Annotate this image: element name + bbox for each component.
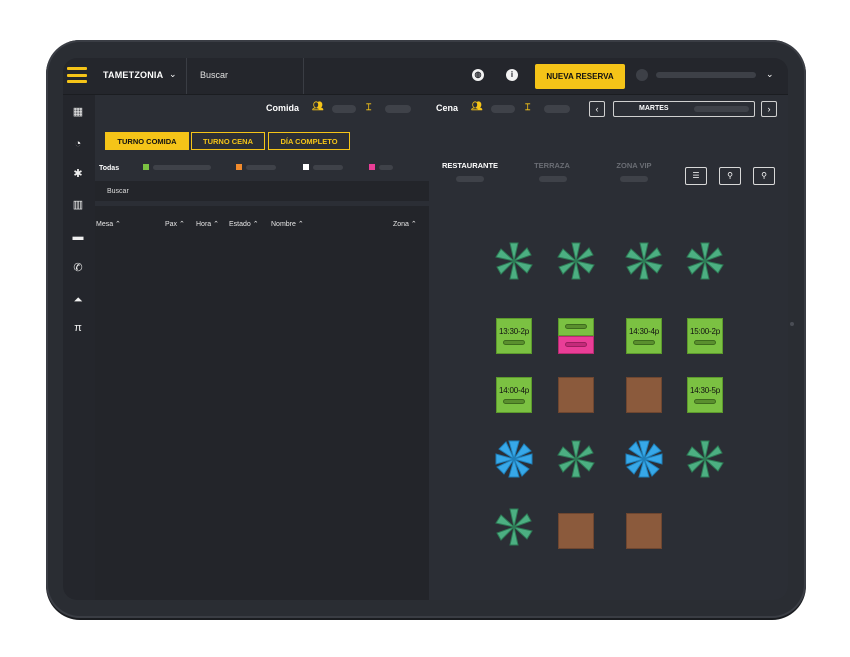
tab-terraza[interactable]: TERRAZA [521, 161, 583, 170]
next-day-button[interactable]: › [761, 101, 777, 117]
table-9[interactable] [558, 513, 594, 549]
dish-icon[interactable]: ⏶ [71, 293, 85, 307]
brand-name[interactable]: TAMETZONIA [103, 70, 163, 80]
plant-icon [686, 440, 724, 478]
legend-label [153, 165, 211, 170]
plant-icon [495, 242, 533, 280]
info-icon[interactable]: i [506, 69, 518, 81]
menu-icon[interactable] [67, 67, 87, 83]
legend-label [313, 165, 343, 170]
table-3[interactable]: 14:30-4p [626, 318, 662, 354]
table-5[interactable]: 14:00-4p [496, 377, 532, 413]
truck-icon[interactable]: ▬ [71, 230, 85, 244]
user-name-placeholder[interactable] [656, 72, 756, 78]
cena-label: Cena [436, 103, 459, 113]
day-selector[interactable]: MARTES [613, 101, 755, 117]
legend-pink[interactable] [369, 164, 375, 170]
column-estado[interactable]: Estado ⌃ [229, 220, 259, 228]
tab-restaurante[interactable]: RESTAURANTE [437, 161, 503, 170]
sidebar: ▦ ◔ ✱ ▥ ▬ ✆ ⏶ π [63, 95, 95, 600]
search-input[interactable]: Buscar [200, 70, 228, 80]
plant-icon [495, 508, 533, 546]
table-8[interactable]: 14:30-5p [687, 377, 723, 413]
table-icon: ⌶ [366, 102, 372, 112]
avatar[interactable] [636, 69, 648, 81]
divider [186, 58, 187, 94]
gear-icon[interactable]: ✱ [71, 167, 85, 181]
umbrella-icon [625, 440, 663, 478]
plant-icon [557, 242, 595, 280]
legend-white[interactable] [303, 164, 309, 170]
table-4[interactable]: 15:00-2p [687, 318, 723, 354]
people-icon: 👥︎ [312, 101, 324, 111]
app-screen: TAMETZONIA ⌄ Buscar ◍ i NUEVA RESERVA ⌄ … [63, 58, 788, 600]
zoom-out-icon[interactable]: ⚲ [753, 167, 775, 185]
camera-dot [790, 322, 794, 326]
new-reservation-button[interactable]: NUEVA RESERVA [535, 64, 625, 89]
legend-label [246, 165, 276, 170]
list-icon[interactable]: ☰ [685, 167, 707, 185]
column-mesa[interactable]: Mesa ⌃ [96, 220, 121, 228]
column-nombre[interactable]: Nombre ⌃ [271, 220, 304, 228]
list-search[interactable]: Buscar [95, 181, 429, 201]
globe-icon[interactable]: ◍ [472, 69, 484, 81]
stats-icon[interactable]: ▥ [71, 198, 85, 212]
comida-label: Comida [266, 103, 300, 113]
list-search-label: Buscar [107, 188, 129, 195]
table-7[interactable] [626, 377, 662, 413]
tab-turno-cena[interactable]: TURNO CENA [191, 132, 265, 150]
phone-icon[interactable]: ✆ [71, 261, 85, 275]
legend-label [379, 165, 393, 170]
divider [303, 58, 304, 94]
table-1[interactable]: 13:30-2p [496, 318, 532, 354]
table-2[interactable] [558, 318, 594, 354]
legend-orange[interactable] [236, 164, 242, 170]
plant-icon [686, 242, 724, 280]
table-icon[interactable]: π [71, 321, 85, 335]
top-bar: TAMETZONIA ⌄ Buscar ◍ i NUEVA RESERVA ⌄ [63, 58, 788, 95]
comida-table-count [385, 105, 411, 113]
cena-pax-count [491, 105, 515, 113]
plant-icon [557, 440, 595, 478]
comida-pax-count [332, 105, 356, 113]
zone-count [456, 176, 484, 182]
tab-dia-completo[interactable]: DÍA COMPLETO [268, 132, 350, 150]
calendar-icon[interactable]: ▦ [71, 105, 85, 119]
chevron-down-icon[interactable]: ⌄ [766, 69, 774, 80]
chevron-down-icon[interactable]: ⌄ [169, 69, 177, 80]
tab-zona-vip[interactable]: ZONA VIP [603, 161, 665, 170]
zone-count [620, 176, 648, 182]
day-label: MARTES [639, 105, 669, 112]
table-icon: ⌶ [525, 102, 531, 112]
zoom-in-icon[interactable]: ⚲ [719, 167, 741, 185]
legend-green[interactable] [143, 164, 149, 170]
filter-all[interactable]: Todas [99, 165, 119, 172]
table-10[interactable] [626, 513, 662, 549]
column-hora[interactable]: Hora ⌃ [196, 220, 219, 228]
cena-table-count [544, 105, 570, 113]
table-6[interactable] [558, 377, 594, 413]
plant-icon [625, 242, 663, 280]
column-zona[interactable]: Zona ⌃ [393, 220, 417, 228]
tab-turno-comida[interactable]: TURNO COMIDA [105, 132, 189, 150]
people-icon: 👥︎ [471, 101, 483, 111]
date-placeholder [694, 106, 749, 112]
clock-icon[interactable]: ◔ [71, 137, 85, 151]
umbrella-icon [495, 440, 533, 478]
column-pax[interactable]: Pax ⌃ [165, 220, 185, 228]
reservation-list [95, 206, 429, 600]
prev-day-button[interactable]: ‹ [589, 101, 605, 117]
zone-count [539, 176, 567, 182]
